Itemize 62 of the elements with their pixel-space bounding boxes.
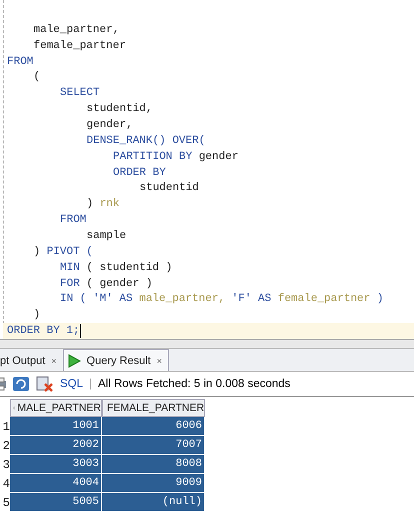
tab-label: Query Result <box>86 354 151 366</box>
play-icon <box>66 354 81 368</box>
code-text: ORDER BY <box>113 166 166 179</box>
code-text: ( gender ) <box>86 278 152 290</box>
code-text: PIVOT ( <box>46 246 93 258</box>
sql-link[interactable]: SQL <box>60 378 84 390</box>
table-cell[interactable]: 8008 <box>102 455 204 473</box>
code-text: male_partner, <box>34 24 120 36</box>
code-text: female_partner <box>278 293 370 306</box>
code-text: ( <box>34 71 40 84</box>
separator-text: | <box>89 378 92 390</box>
code-text: PARTITION BY <box>113 150 192 163</box>
table-cell[interactable]: 2002 <box>10 436 101 454</box>
table-cell[interactable]: 5005 <box>10 493 101 511</box>
table-cell[interactable]: 3003 <box>10 455 101 473</box>
tab-label: pt Output <box>0 355 46 367</box>
code-text: female_partner <box>34 40 126 52</box>
table-cell[interactable]: 1001 <box>10 417 101 435</box>
refresh-icon[interactable] <box>12 376 30 392</box>
code-text: studentid <box>140 182 199 194</box>
code-text: SELECT <box>60 87 100 100</box>
row-number: 4 <box>2 476 10 492</box>
code-text: ORDER BY 1; <box>7 325 80 338</box>
code-text: DENSE_RANK() OVER( <box>86 134 206 147</box>
code-text: ) <box>86 198 94 210</box>
code-text: MIN <box>60 262 80 274</box>
column-header[interactable]: MALE_PARTNER <box>10 399 102 417</box>
table-cell[interactable]: 6006 <box>102 417 204 435</box>
code-text: studentid, <box>86 103 153 116</box>
column-title: MALE_PARTNER <box>17 402 101 414</box>
row-number: 5 <box>2 494 10 512</box>
result-tab[interactable]: Query Result × <box>62 349 169 371</box>
code-text: male_partner, <box>139 293 226 306</box>
code-text: IN ( 'M' AS <box>60 293 133 306</box>
column-title: FEMALE_PARTNER <box>107 402 204 414</box>
table-cell[interactable]: 4004 <box>10 474 101 492</box>
table-cell[interactable]: 9009 <box>102 474 204 492</box>
code-text: gender <box>198 150 238 163</box>
row-number: 1 <box>2 418 10 436</box>
row-number: 2 <box>2 438 10 454</box>
code-text: ) <box>34 309 40 322</box>
table-cell[interactable]: (null) <box>102 493 204 511</box>
code-text: ( studentid ) <box>86 262 172 274</box>
result-tab[interactable]: pt Output × <box>0 351 63 371</box>
close-icon[interactable]: × <box>156 356 162 366</box>
close-icon[interactable]: × <box>51 356 57 366</box>
column-header[interactable]: FEMALE_PARTNER <box>102 399 205 417</box>
code-text: FROM <box>7 56 34 68</box>
row-number: 3 <box>2 456 10 474</box>
code-text: FROM <box>60 214 86 226</box>
code-text: rnk <box>100 198 120 210</box>
code-text: 'F' AS <box>232 293 272 306</box>
code-text: ) <box>34 246 40 258</box>
text-cursor <box>80 324 82 338</box>
code-editor[interactable] <box>3 0 414 339</box>
code-text: ) <box>376 293 384 306</box>
table-cell[interactable]: 7007 <box>102 436 204 454</box>
status-text: All Rows Fetched: 5 in 0.008 seconds <box>98 378 290 390</box>
delete-icon[interactable] <box>36 376 54 392</box>
code-text: gender, <box>86 118 133 131</box>
code-text: sample <box>86 230 126 242</box>
code-text: FOR <box>60 278 80 290</box>
